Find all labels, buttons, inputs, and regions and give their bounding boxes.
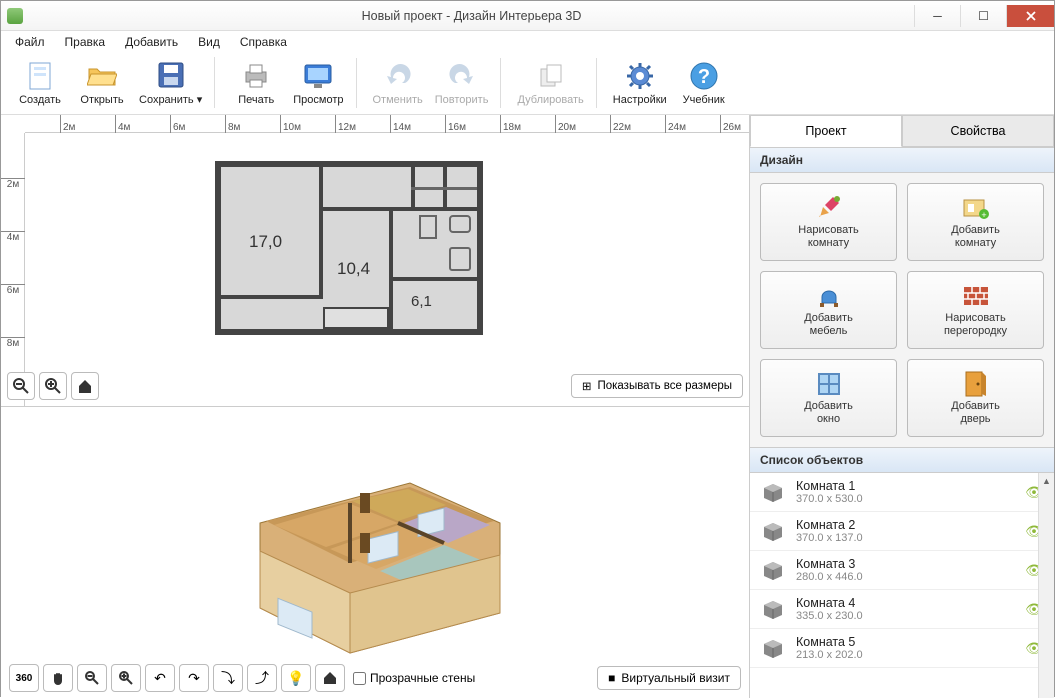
ruler-horizontal: 2м 4м 6м 8м 10м 12м 14м 16м 18м 20м 22м …	[25, 115, 749, 133]
pan-hand-button[interactable]	[43, 664, 73, 692]
dims-icon: ⊞	[582, 379, 592, 393]
list-item[interactable]: Комната 2370.0 x 137.0 👁	[750, 512, 1054, 551]
view-3d[interactable]: 360 ↶ ↷ ⤵ ⤴ 💡 Прозрачные стены ■ Виртуал…	[1, 407, 749, 698]
settings-button[interactable]: Настройки	[609, 58, 671, 108]
menu-view[interactable]: Вид	[190, 33, 228, 51]
scrollbar[interactable]: ▲	[1038, 473, 1054, 698]
house-3d-model	[240, 443, 510, 663]
home-2d[interactable]	[71, 372, 99, 400]
view3d-toolbar: 360 ↶ ↷ ⤵ ⤴ 💡 Прозрачные стены ■ Виртуал…	[9, 664, 741, 692]
disk-icon	[155, 59, 187, 91]
room-label-2: 10,4	[337, 259, 370, 279]
minimize-button[interactable]: ─	[914, 5, 960, 27]
rotate-left-button[interactable]: ↶	[145, 664, 175, 692]
box-icon	[760, 637, 786, 659]
chair-icon	[815, 282, 843, 310]
orbit-up-button[interactable]: ⤴	[247, 664, 277, 692]
list-item[interactable]: Комната 5213.0 x 202.0 👁	[750, 629, 1054, 668]
pencil-icon	[815, 194, 843, 222]
tab-project[interactable]: Проект	[750, 115, 902, 147]
add-door-button[interactable]: Добавитьдверь	[907, 359, 1044, 437]
svg-text:+: +	[981, 210, 986, 220]
list-item[interactable]: Комната 1370.0 x 530.0 👁	[750, 473, 1054, 512]
floorplan[interactable]: 17,0 10,4 6,1	[215, 161, 483, 335]
print-button[interactable]: Печать	[227, 58, 285, 108]
gear-icon	[624, 60, 656, 92]
preview-button[interactable]: Просмотр	[289, 58, 347, 108]
close-button[interactable]	[1006, 5, 1054, 27]
file-icon	[24, 60, 56, 92]
window-title: Новый проект - Дизайн Интерьера 3D	[29, 9, 914, 23]
right-tabs: Проект Свойства	[750, 115, 1054, 147]
menu-add[interactable]: Добавить	[117, 33, 186, 51]
list-item[interactable]: Комната 3280.0 x 446.0 👁	[750, 551, 1054, 590]
zoom-out-2d[interactable]	[7, 372, 35, 400]
menu-file[interactable]: Файл	[7, 33, 53, 51]
wall-icon	[962, 282, 990, 310]
window-controls: ─ ☐	[914, 5, 1054, 27]
section-design-header: Дизайн	[750, 147, 1054, 173]
object-list[interactable]: Комната 1370.0 x 530.0 👁 Комната 2370.0 …	[750, 473, 1054, 698]
ruler-vertical: 2м 4м 6м 8м	[1, 133, 25, 406]
room-label-3: 6,1	[411, 293, 432, 310]
app-icon	[7, 8, 23, 24]
draw-room-button[interactable]: Нарисоватькомнату	[760, 183, 897, 261]
draw-partition-button[interactable]: Нарисоватьперегородку	[907, 271, 1044, 349]
tab-properties[interactable]: Свойства	[902, 115, 1054, 147]
duplicate-button[interactable]: Дублировать	[513, 58, 587, 108]
rotate-right-button[interactable]: ↷	[179, 664, 209, 692]
help-button[interactable]: ? Учебник	[675, 58, 733, 108]
zoom-in-3d[interactable]	[111, 664, 141, 692]
maximize-button[interactable]: ☐	[960, 5, 1006, 27]
show-all-dims-button[interactable]: ⊞ Показывать все размеры	[571, 374, 743, 398]
room-icon: +	[962, 194, 990, 222]
window-icon	[815, 370, 843, 398]
titlebar: Новый проект - Дизайн Интерьера 3D ─ ☐	[1, 1, 1054, 31]
printer-icon	[240, 60, 272, 92]
virtual-visit-button[interactable]: ■ Виртуальный визит	[597, 666, 741, 690]
box-icon	[760, 559, 786, 581]
monitor-icon	[302, 60, 334, 92]
redo-button[interactable]: Повторить	[431, 58, 493, 108]
list-item[interactable]: Комната 4335.0 x 230.0 👁	[750, 590, 1054, 629]
toolbar: Создать Открыть Сохранить ▾ Печать Просм…	[1, 53, 1054, 115]
redo-icon	[446, 60, 478, 92]
camera-icon: ■	[608, 671, 615, 685]
menu-edit[interactable]: Правка	[57, 33, 114, 51]
view-360-button[interactable]: 360	[9, 664, 39, 692]
left-pane: 2м 4м 6м 8м 10м 12м 14м 16м 18м 20м 22м …	[1, 115, 750, 698]
right-panel: Проект Свойства Дизайн Нарисоватькомнату…	[750, 115, 1054, 698]
undo-button[interactable]: Отменить	[369, 58, 427, 108]
create-button[interactable]: Создать	[11, 57, 69, 108]
folder-icon	[86, 60, 118, 92]
save-button[interactable]: Сохранить ▾	[135, 57, 206, 108]
box-icon	[760, 598, 786, 620]
add-window-button[interactable]: Добавитьокно	[760, 359, 897, 437]
light-button[interactable]: 💡	[281, 664, 311, 692]
box-icon	[760, 481, 786, 503]
room-label-1: 17,0	[249, 232, 282, 252]
section-objects-header: Список объектов	[750, 447, 1054, 473]
box-icon	[760, 520, 786, 542]
transparent-walls-checkbox[interactable]: Прозрачные стены	[353, 671, 475, 685]
orbit-down-button[interactable]: ⤵	[213, 664, 243, 692]
help-icon: ?	[688, 60, 720, 92]
add-furniture-button[interactable]: Добавитьмебель	[760, 271, 897, 349]
undo-icon	[382, 60, 414, 92]
home-3d-button[interactable]	[315, 664, 345, 692]
open-button[interactable]: Открыть	[73, 57, 131, 108]
zoom-out-3d[interactable]	[77, 664, 107, 692]
door-icon	[962, 370, 990, 398]
svg-text:?: ?	[698, 66, 710, 88]
menu-help[interactable]: Справка	[232, 33, 295, 51]
zoom-in-2d[interactable]	[39, 372, 67, 400]
main-area: 2м 4м 6м 8м 10м 12м 14м 16м 18м 20м 22м …	[1, 115, 1054, 698]
menubar: Файл Правка Добавить Вид Справка	[1, 31, 1054, 53]
plan-2d-view[interactable]: 2м 4м 6м 8м 10м 12м 14м 16м 18м 20м 22м …	[1, 115, 749, 407]
add-room-button[interactable]: + Добавитькомнату	[907, 183, 1044, 261]
copy-icon	[535, 60, 567, 92]
design-grid: Нарисоватькомнату + Добавитькомнату Доба…	[750, 173, 1054, 447]
